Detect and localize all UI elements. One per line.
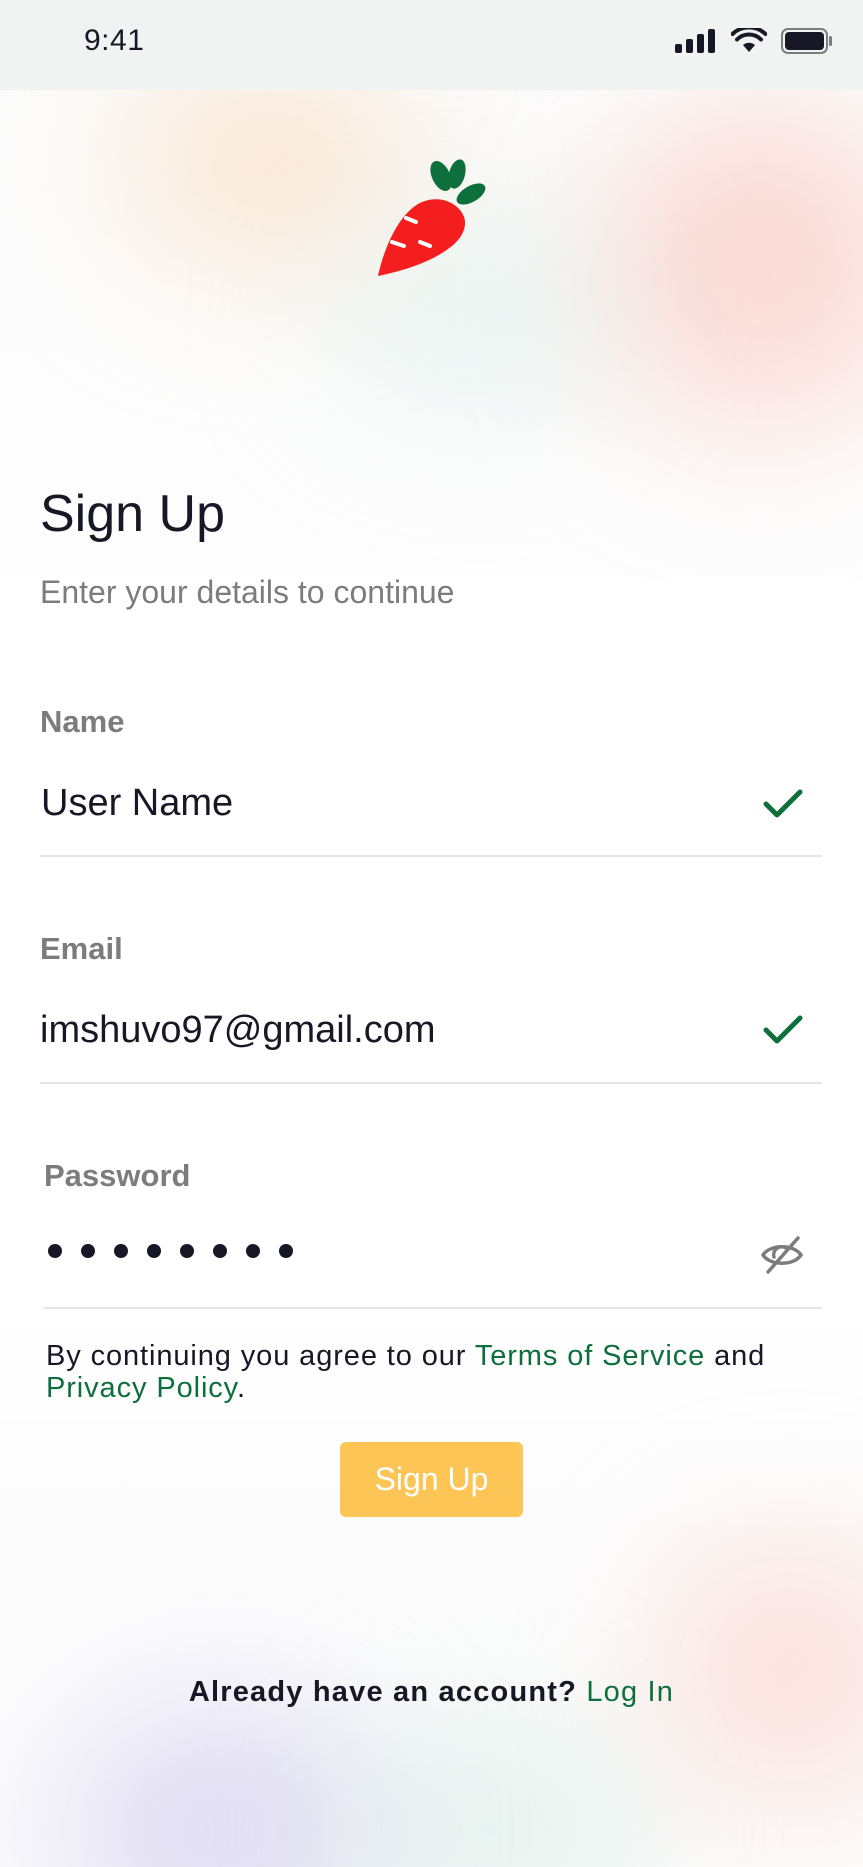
name-underline	[40, 855, 822, 857]
log-in-link[interactable]: Log In	[586, 1676, 674, 1708]
password-mask-dot	[114, 1244, 128, 1258]
name-input[interactable]: User Name	[41, 782, 233, 825]
password-mask-dot	[81, 1244, 95, 1258]
terms-suffix: .	[236, 1372, 246, 1404]
sign-up-button[interactable]: Sign Up	[340, 1442, 523, 1517]
email-underline	[40, 1082, 822, 1084]
eye-off-icon[interactable]	[760, 1234, 804, 1276]
password-input[interactable]	[48, 1244, 293, 1258]
carrot-icon	[378, 159, 486, 276]
password-mask-dot	[180, 1244, 194, 1258]
email-input[interactable]: imshuvo97@gmail.com	[40, 1009, 436, 1052]
name-label: Name	[40, 704, 125, 739]
password-underline	[44, 1307, 822, 1309]
terms-text: By continuing you agree to our Terms of …	[46, 1340, 836, 1404]
wifi-icon	[731, 28, 767, 52]
page-subtitle: Enter your details to continue	[40, 574, 455, 610]
password-mask-dot	[147, 1244, 161, 1258]
password-mask-dot	[213, 1244, 227, 1258]
password-mask-dot	[48, 1244, 62, 1258]
privacy-policy-link[interactable]: Privacy Policy	[46, 1372, 237, 1404]
password-mask-dot	[246, 1244, 260, 1258]
background-blob	[60, 1700, 380, 1867]
status-time: 9:41	[84, 24, 145, 57]
password-mask-dot	[279, 1244, 293, 1258]
terms-middle: and	[705, 1340, 766, 1372]
background-blob	[660, 1540, 863, 1800]
signup-screen: 9:41 Sign Up Enter your details to conti…	[0, 0, 863, 1867]
check-icon	[763, 1015, 803, 1044]
cellular-signal-icon	[675, 29, 715, 53]
battery-icon	[781, 28, 832, 54]
terms-prefix: By continuing you agree to our	[46, 1340, 475, 1372]
check-icon	[763, 789, 803, 818]
status-bar: 9:41	[0, 0, 863, 90]
login-prompt-text: Already have an account?	[188, 1676, 587, 1708]
terms-of-service-link[interactable]: Terms of Service	[475, 1340, 705, 1372]
page-title: Sign Up	[40, 485, 225, 543]
status-icons	[675, 28, 833, 54]
login-prompt: Already have an account? Log In	[0, 1676, 863, 1709]
email-label: Email	[40, 931, 123, 966]
background-blob	[340, 1720, 640, 1867]
password-label: Password	[44, 1158, 191, 1193]
